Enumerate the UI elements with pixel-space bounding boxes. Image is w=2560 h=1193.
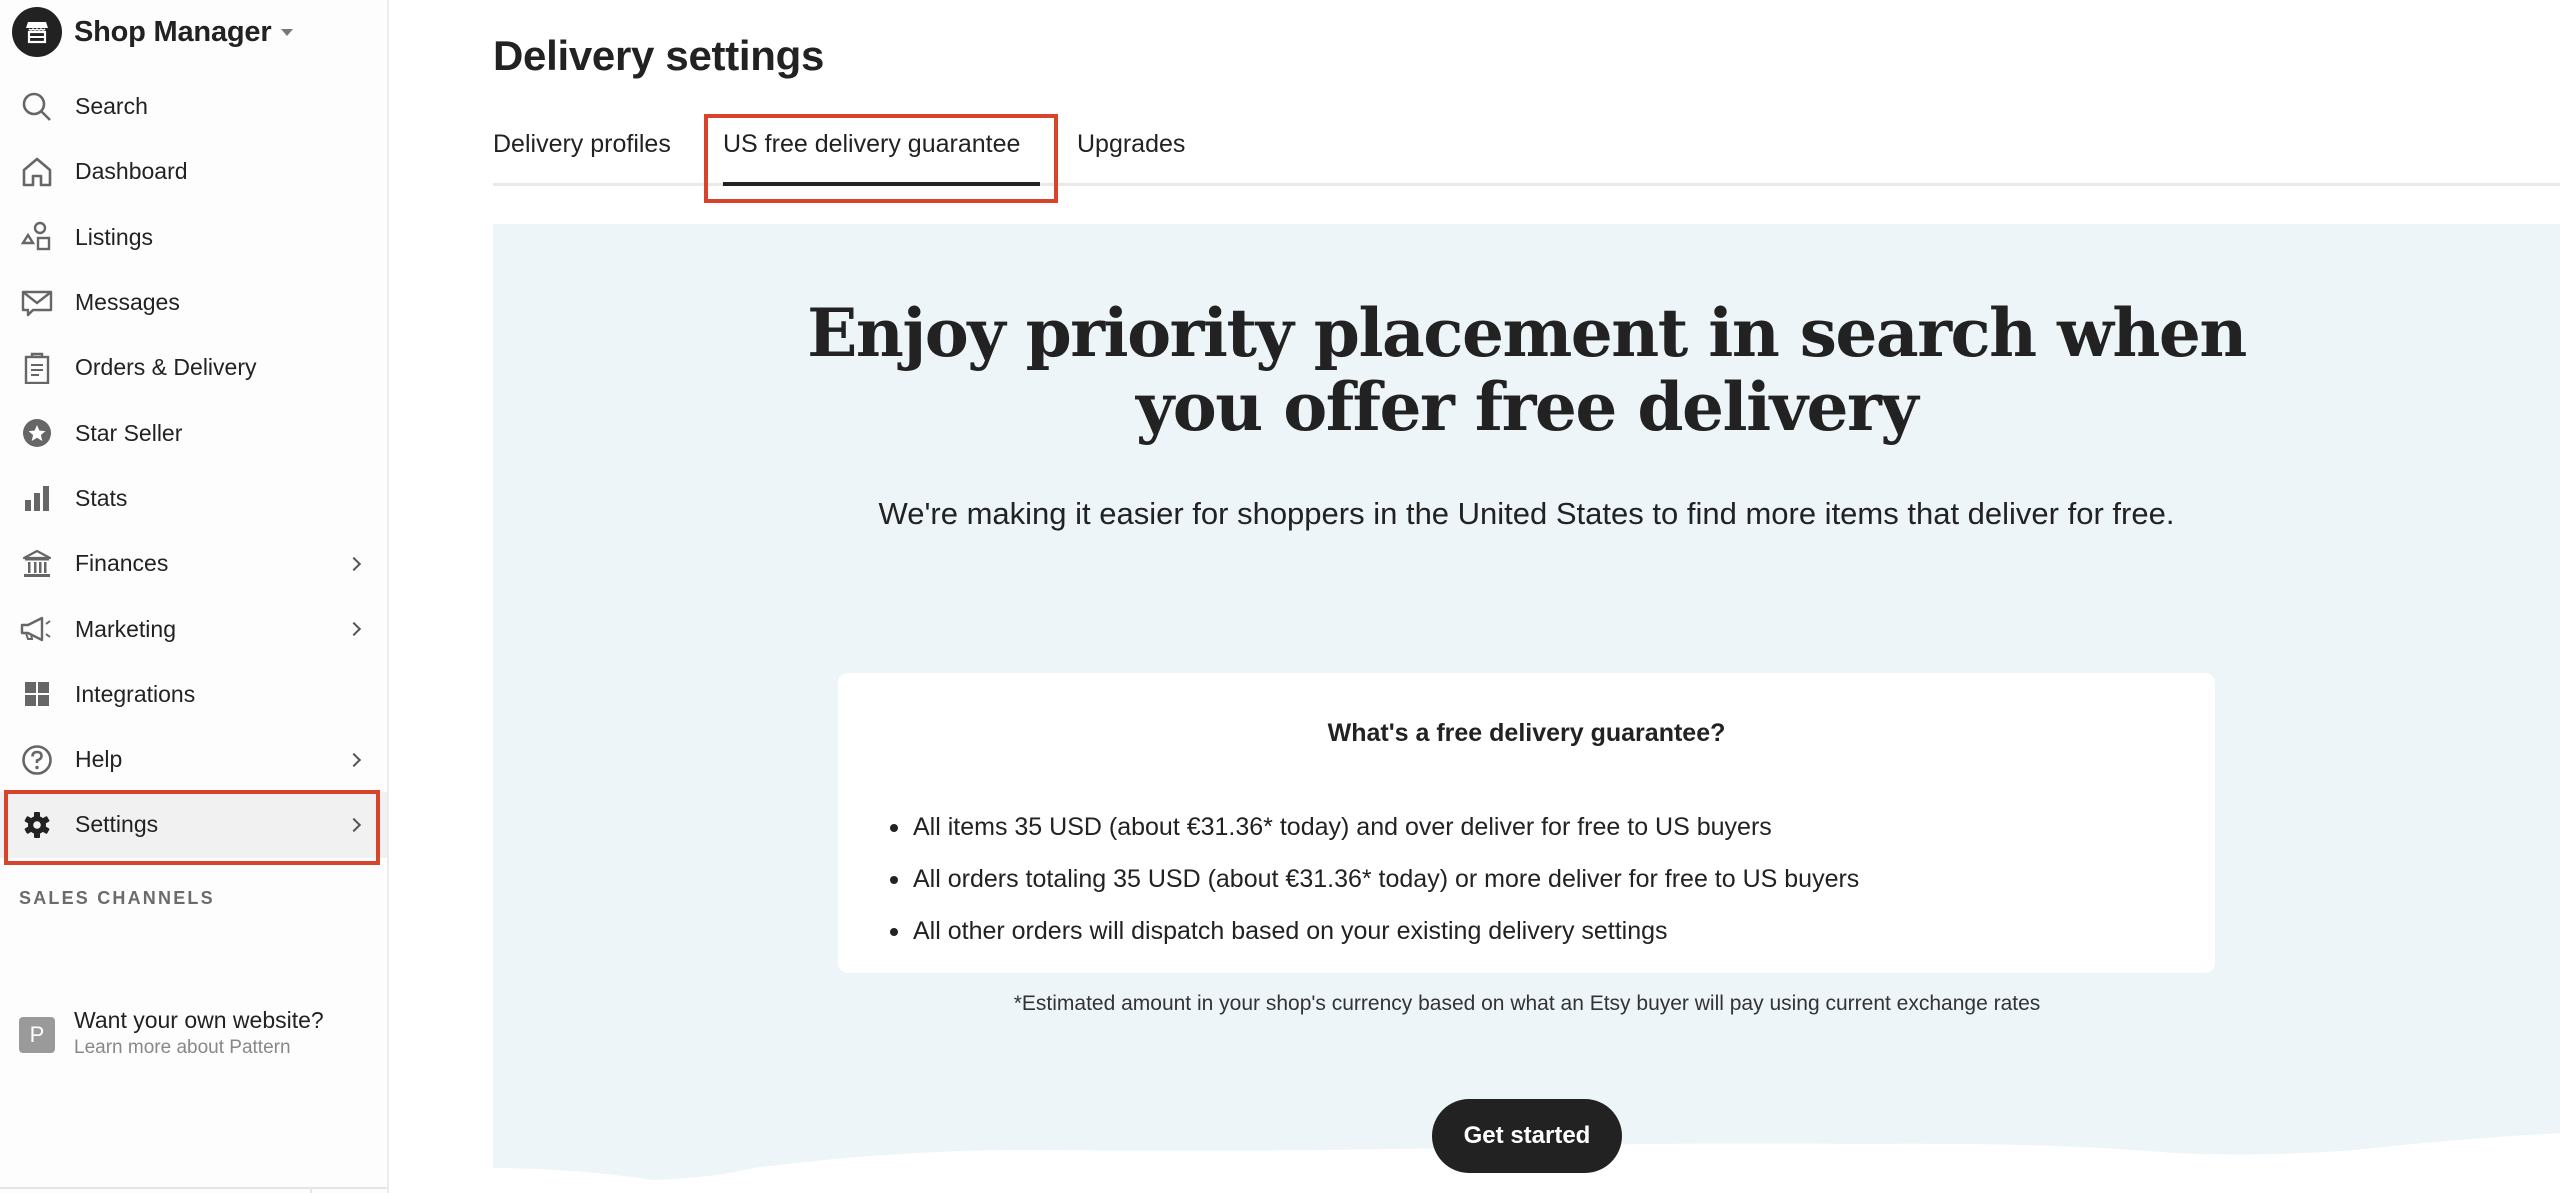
sidebar-item-label: Listings (75, 223, 153, 250)
sidebar-item-settings[interactable]: Settings (0, 792, 387, 858)
sales-channels-label: SALES CHANNELS (19, 888, 215, 908)
promo-subtext: We're making it easier for shoppers in t… (878, 496, 2175, 531)
sidebar-footer-divider-tick (310, 1187, 312, 1193)
shop-manager-title: Shop Manager (74, 15, 272, 48)
sidebar-item-listings[interactable]: Listings (0, 205, 387, 270)
megaphone-icon (20, 612, 54, 646)
guarantee-bullet: All items 35 USD (about €31.36* today) a… (888, 801, 1859, 853)
sidebar-item-label: Finances (75, 550, 169, 577)
bar-chart-icon (20, 481, 54, 515)
sidebar-item-label: Marketing (75, 615, 176, 642)
sidebar-item-help[interactable]: Help (0, 727, 387, 792)
sidebar: Shop Manager Search Dashboard Listings M… (0, 0, 389, 1193)
guarantee-info-card: What's a free delivery guarantee? All it… (838, 673, 2215, 973)
guarantee-bullet: All orders totaling 35 USD (about €31.36… (888, 853, 1859, 905)
sidebar-item-label: Dashboard (75, 158, 188, 185)
tab-upgrades[interactable]: Upgrades (1077, 130, 1185, 159)
sidebar-item-marketing[interactable]: Marketing (0, 596, 387, 661)
chevron-right-icon (346, 752, 362, 767)
help-circle-icon (20, 743, 54, 777)
sidebar-item-orders-delivery[interactable]: Orders & Delivery (0, 335, 387, 400)
pattern-promo-link[interactable]: P Want your own website? Learn more abou… (19, 1005, 324, 1061)
sidebar-nav: Search Dashboard Listings Messages Order… (0, 74, 387, 858)
chevron-right-icon (346, 621, 362, 637)
sidebar-item-label: Messages (75, 289, 180, 316)
sidebar-item-stats[interactable]: Stats (0, 466, 387, 531)
gear-icon (20, 808, 54, 842)
tab-delivery-profiles[interactable]: Delivery profiles (493, 130, 671, 159)
sidebar-item-finances[interactable]: Finances (0, 531, 387, 596)
get-started-button[interactable]: Get started (1432, 1099, 1622, 1173)
sidebar-item-label: Settings (75, 811, 159, 838)
tab-us-free-delivery-guarantee[interactable]: US free delivery guarantee (723, 130, 1020, 159)
clipboard-icon (20, 351, 54, 385)
promo-headline: Enjoy priority placement in search when … (807, 294, 2247, 446)
sidebar-item-dashboard[interactable]: Dashboard (0, 139, 387, 204)
sidebar-item-label: Orders & Delivery (75, 354, 257, 381)
chevron-right-icon (346, 556, 362, 571)
sidebar-item-label: Integrations (75, 680, 196, 707)
pattern-logo-icon: P (19, 1017, 55, 1053)
sidebar-item-messages[interactable]: Messages (0, 270, 387, 335)
sidebar-item-label: Help (75, 746, 123, 773)
sidebar-item-star-seller[interactable]: Star Seller (0, 400, 387, 465)
search-icon (20, 90, 54, 124)
shop-manager-menu[interactable]: Shop Manager (12, 4, 294, 60)
envelope-icon (20, 286, 54, 320)
star-badge-icon (20, 416, 54, 450)
bank-icon (20, 547, 54, 581)
active-tab-indicator (723, 182, 1040, 186)
storefront-icon (12, 7, 62, 57)
guarantee-bullet: All other orders will dispatch based on … (888, 905, 1859, 957)
page-title: Delivery settings (493, 32, 825, 79)
grid-icon (20, 677, 54, 711)
guarantee-card-title: What's a free delivery guarantee? (1327, 719, 1726, 747)
sidebar-item-integrations[interactable]: Integrations (0, 662, 387, 727)
home-icon (20, 155, 54, 189)
chevron-right-icon (346, 817, 362, 832)
guarantee-bullet-list: All items 35 USD (about €31.36* today) a… (888, 801, 1859, 957)
pattern-subtitle: Learn more about Pattern (74, 1037, 291, 1058)
sidebar-item-search[interactable]: Search (0, 74, 387, 139)
shapes-icon (20, 220, 54, 254)
delivery-tabs: Delivery profiles US free delivery guara… (493, 120, 2560, 186)
pattern-title: Want your own website? (74, 1007, 324, 1033)
free-delivery-promo-panel: Enjoy priority placement in search when … (493, 224, 2560, 1193)
caret-down-icon (281, 28, 294, 36)
sidebar-item-label: Star Seller (75, 419, 183, 446)
sidebar-item-label: Search (75, 93, 148, 120)
main-content: Delivery settings Delivery profiles US f… (493, 0, 2560, 1193)
exchange-rate-footnote: *Estimated amount in your shop's currenc… (1013, 992, 2041, 1015)
sidebar-footer-divider (0, 1187, 387, 1189)
sidebar-item-label: Stats (75, 484, 128, 511)
